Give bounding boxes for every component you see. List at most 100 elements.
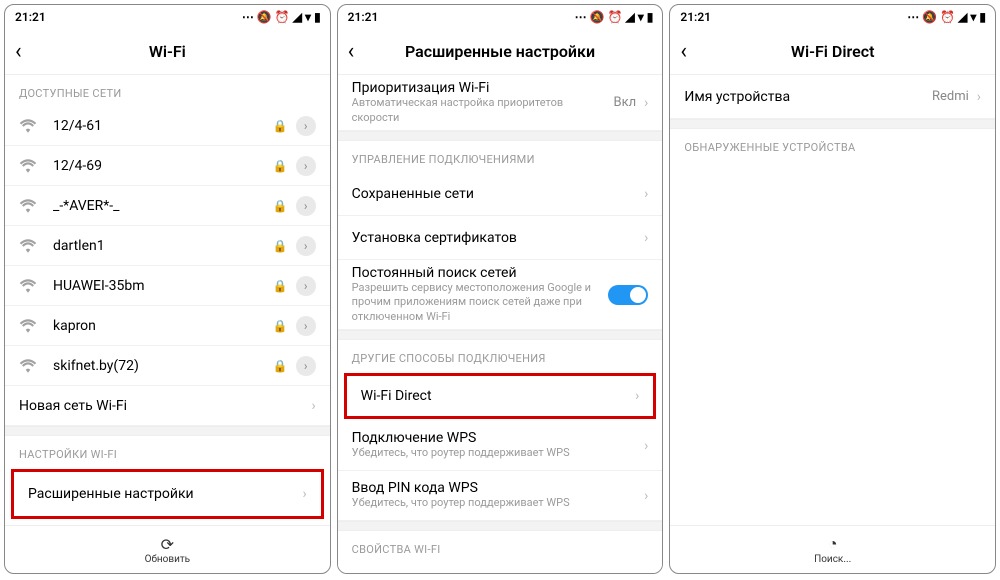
page-title: Wi-Fi Direct (791, 42, 875, 61)
battery-icon: ▮ (979, 10, 985, 24)
wps-pin-row[interactable]: Ввод PIN кода WPS Убедитесь, что роутер … (338, 471, 663, 521)
footer-search-button[interactable]: ◔ Поиск... (670, 525, 995, 573)
highlighted-item: Расширенные настройки › (11, 469, 324, 519)
alarm-icon: ⏰ (275, 10, 289, 24)
network-ssid: _-*AVER*-_ (53, 198, 273, 214)
phone-screen-1: 21:21 ⋯ 🔕 ⏰ ◢ ▾ ▮ ‹ Wi-Fi ДОСТУПНЫЕ СЕТИ… (4, 4, 331, 574)
row-label: Подключение WPS (352, 430, 644, 446)
row-label: Установка сертификатов (352, 230, 644, 246)
wifi-signal-icon (19, 159, 41, 173)
wifi-prioritization-row[interactable]: Приоритизация Wi-Fi Автоматическая настр… (338, 75, 663, 131)
app-bar: ‹ Wi-Fi Direct (670, 29, 995, 75)
lock-icon: 🔒 (273, 359, 288, 373)
row-label: Wi-Fi Direct (361, 388, 635, 404)
chevron-right-icon[interactable]: › (296, 196, 316, 216)
lock-icon: 🔒 (273, 119, 288, 133)
wifi-signal-icon (19, 199, 41, 213)
chevron-right-icon: › (644, 186, 648, 202)
wifi-signal-icon (19, 119, 41, 133)
signal-icon: ◢ (958, 10, 966, 24)
wifi-network-row[interactable]: HUAWEI-35bm 🔒 › (5, 266, 330, 306)
row-label: Сохраненные сети (352, 186, 644, 202)
toggle-switch-on[interactable] (608, 285, 648, 305)
status-bar: 21:21 ⋯ 🔕 ⏰ ◢ ▾ ▮ (5, 5, 330, 29)
always-scan-row[interactable]: Постоянный поиск сетей Разрешить сервису… (338, 260, 663, 330)
chevron-right-icon: › (635, 388, 639, 404)
wifi-signal-icon (19, 239, 41, 253)
network-ssid: kapron (53, 318, 273, 334)
more-icon: ⋯ (907, 10, 918, 24)
footer-label: Обновить (145, 554, 191, 565)
wifi-signal-icon (19, 279, 41, 293)
alarm-icon: ⏰ (608, 10, 622, 24)
wifi-signal-icon (19, 319, 41, 333)
row-sub: Разрешить сервису местоположения Google … (352, 281, 609, 324)
wifi-network-row[interactable]: dartlen1 🔒 › (5, 226, 330, 266)
chevron-right-icon: › (977, 89, 981, 105)
advanced-settings-row[interactable]: Расширенные настройки › (14, 472, 321, 516)
section-other-conn: ДРУГИЕ СПОСОБЫ ПОДКЛЮЧЕНИЯ (338, 340, 663, 371)
signal-icon: ◢ (625, 10, 633, 24)
device-name-row[interactable]: Имя устройства Redmi› (670, 75, 995, 119)
wifi-network-row[interactable]: _-*AVER*-_ 🔒 › (5, 186, 330, 226)
chevron-right-icon[interactable]: › (296, 236, 316, 256)
chevron-right-icon: › (644, 488, 648, 504)
wps-row[interactable]: Подключение WPS Убедитесь, что роутер по… (338, 421, 663, 471)
install-certificates-row[interactable]: Установка сертификатов › (338, 216, 663, 260)
network-ssid: skifnet.by(72) (53, 358, 273, 374)
network-ssid: HUAWEI-35bm (53, 278, 273, 294)
wifi-direct-row[interactable]: Wi-Fi Direct › (347, 376, 654, 416)
footer-label: Поиск... (814, 554, 851, 565)
row-label: Имя устройства (684, 89, 932, 105)
wifi-signal-icon (19, 359, 41, 373)
wifi-network-row[interactable]: 12/4-61 🔒› (5, 106, 330, 146)
search-spinner-icon: ◔ (828, 534, 838, 554)
page-title: Wi-Fi (149, 42, 186, 61)
battery-icon: ▮ (314, 10, 320, 24)
footer-refresh-button[interactable]: ⟳ Обновить (5, 525, 330, 573)
back-icon[interactable]: ‹ (348, 39, 355, 64)
wifi-network-row[interactable]: 12/4-69 🔒› (5, 146, 330, 186)
chevron-right-icon: › (302, 486, 306, 502)
chevron-right-icon: › (644, 95, 648, 111)
status-time: 21:21 (15, 10, 46, 24)
chevron-right-icon[interactable]: › (296, 156, 316, 176)
status-bar: 21:21 ⋯ 🔕 ⏰ ◢ ▾ ▮ (338, 5, 663, 29)
network-ssid: dartlen1 (53, 238, 273, 254)
chevron-right-icon[interactable]: › (296, 116, 316, 136)
lock-icon: 🔒 (273, 319, 288, 333)
row-sub: Убедитесь, что роутер поддерживает WPS (352, 496, 644, 510)
more-icon: ⋯ (575, 10, 586, 24)
status-icons: ⋯ 🔕 ⏰ ◢ ▾ ▮ (907, 10, 985, 24)
network-ssid: 12/4-69 (53, 158, 273, 174)
saved-networks-row[interactable]: Сохраненные сети › (338, 172, 663, 216)
wifi-status-icon: ▾ (305, 10, 310, 24)
row-label: Приоритизация Wi-Fi (352, 80, 614, 96)
wifi-network-row[interactable]: skifnet.by(72) 🔒 › (5, 346, 330, 386)
chevron-right-icon: › (644, 438, 648, 454)
row-sub: Автоматическая настройка приоритетов ско… (352, 96, 614, 125)
chevron-right-icon[interactable]: › (296, 356, 316, 376)
back-icon[interactable]: ‹ (15, 39, 22, 64)
app-bar: ‹ Wi-Fi (5, 29, 330, 75)
page-title: Расширенные настройки (405, 42, 595, 61)
more-icon: ⋯ (242, 10, 253, 24)
chevron-right-icon[interactable]: › (296, 316, 316, 336)
chevron-right-icon: › (311, 398, 315, 414)
chevron-right-icon[interactable]: › (296, 276, 316, 296)
section-available-networks: ДОСТУПНЫЕ СЕТИ (5, 75, 330, 106)
lock-icon: 🔒 (273, 279, 288, 293)
lock-icon: 🔒 (273, 199, 288, 213)
wifi-status-icon: ▾ (638, 10, 643, 24)
wifi-network-row[interactable]: kapron 🔒 › (5, 306, 330, 346)
section-wifi-props: СВОЙСТВА WI-FI (338, 531, 663, 562)
phone-screen-2: 21:21 ⋯ 🔕 ⏰ ◢ ▾ ▮ ‹ Расширенные настройк… (337, 4, 664, 574)
app-bar: ‹ Расширенные настройки (338, 29, 663, 75)
lock-icon: 🔒 (273, 239, 288, 253)
back-icon[interactable]: ‹ (680, 39, 687, 64)
mute-icon: 🔕 (590, 10, 604, 24)
add-network-label: Новая сеть Wi-Fi (19, 398, 311, 414)
add-network-row[interactable]: Новая сеть Wi-Fi › (5, 386, 330, 426)
battery-icon: ▮ (647, 10, 653, 24)
highlighted-item: Wi-Fi Direct › (344, 373, 657, 419)
